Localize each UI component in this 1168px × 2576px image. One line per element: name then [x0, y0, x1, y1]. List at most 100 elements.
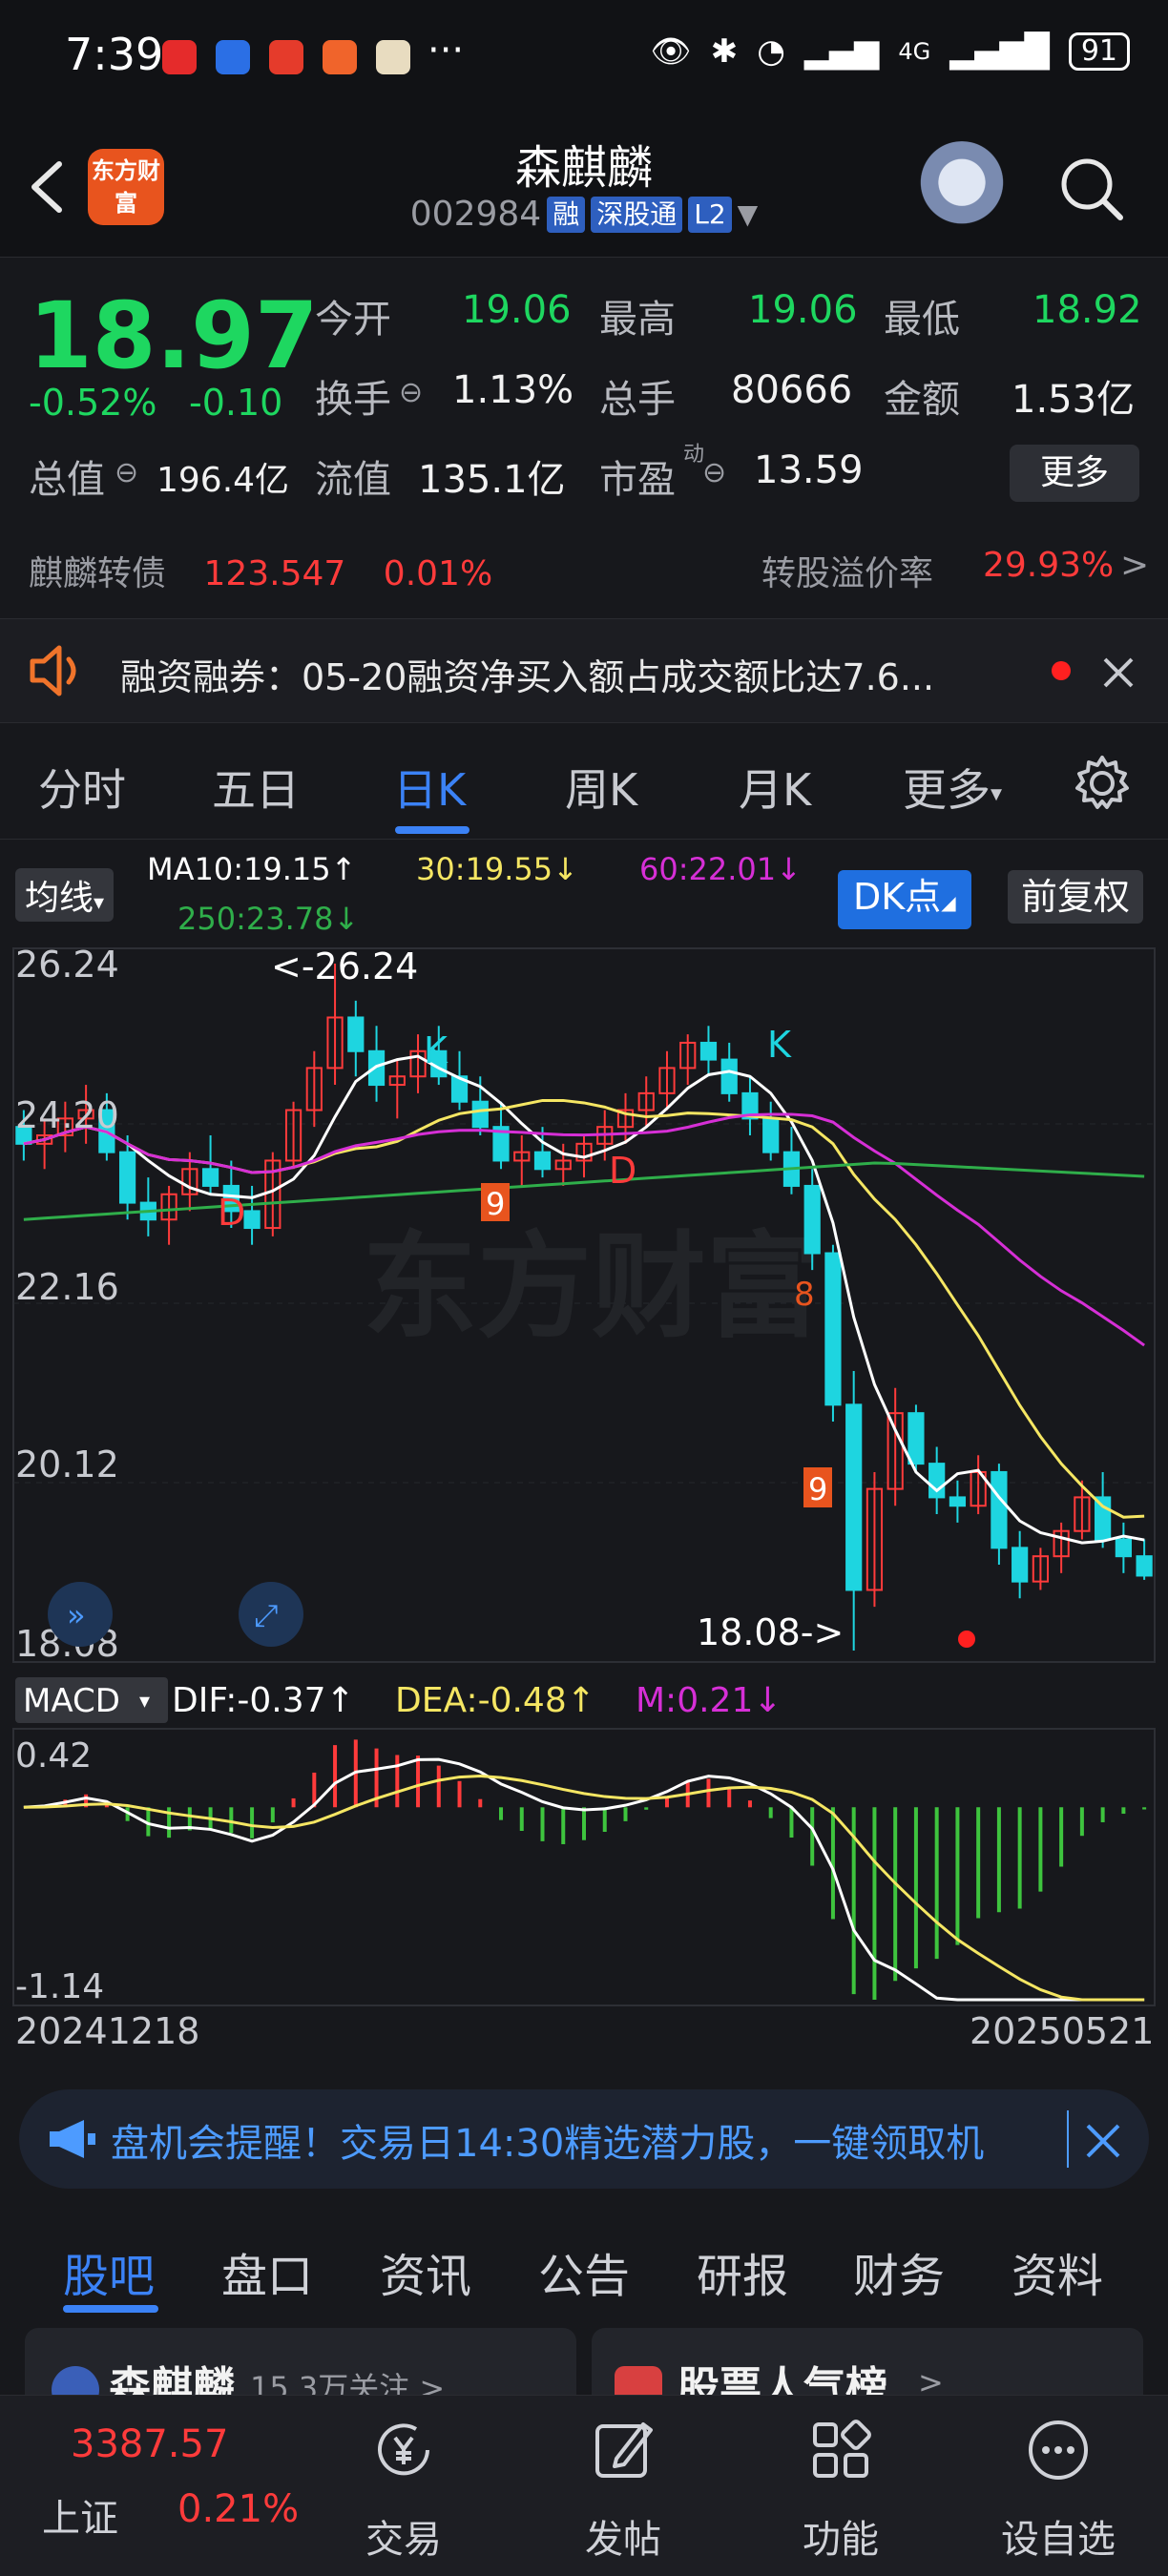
status-bar: 7:39 ··· 👁 ✱ ◔ ▂▄▆ 4G ▂▄▆█ 91	[0, 0, 1168, 114]
ma250-value: 250:23.78↓	[177, 901, 360, 937]
x-end-date: 20250521	[970, 2010, 1154, 2052]
absolute-change: -0.10	[189, 382, 283, 424]
candle-body	[699, 1041, 718, 1061]
kline-chart[interactable]: 东方财富 26.24 24.20 22.16 20.12 18.08 <-26.…	[0, 944, 1168, 2061]
candle-body	[1095, 1496, 1112, 1541]
indicator-selector[interactable]: 均线▾	[15, 868, 115, 922]
ma30-value: 30:19.55↓	[416, 851, 578, 887]
level2-tag: L2	[688, 196, 732, 233]
index-name[interactable]: 上证	[42, 2487, 118, 2543]
tab-announcements[interactable]: 公告	[538, 2238, 630, 2305]
macd-frame	[12, 1728, 1156, 2006]
td-count-8: 8	[794, 1276, 815, 1314]
watermark: 东方财富	[363, 1221, 821, 1354]
settings-gear-icon[interactable]	[1071, 752, 1134, 815]
stock-header: 东方财富 森麒麟 002984 融 深股通 L2 ▼	[0, 114, 1168, 258]
promo-banner[interactable]: 盘机会提醒！交易日14:30精选潜力股，一键领取机	[19, 2089, 1149, 2189]
macd-dea: DEA:-0.48↑	[395, 1681, 595, 1720]
convertible-pct: 0.01%	[383, 554, 493, 593]
close-icon[interactable]	[1101, 655, 1136, 690]
nav-functions[interactable]: 功能	[769, 2415, 912, 2564]
nav-trade[interactable]: 交易	[332, 2415, 475, 2564]
more-notifications-icon: ···	[428, 29, 465, 73]
tab-monthly-k[interactable]: 月K	[739, 756, 811, 819]
kline-chart-area[interactable]: 东方财富 26.24 24.20 22.16 20.12 18.08 <-26.…	[0, 944, 1168, 2061]
tab-daily-k[interactable]: 日K	[393, 756, 466, 819]
macd-y-max: 0.42	[15, 1736, 92, 1776]
assistant-robot-icon[interactable]	[916, 141, 1008, 233]
dk-point-button[interactable]: DK点◢	[838, 870, 971, 929]
speaker-icon	[30, 645, 76, 696]
tab-profile[interactable]: 资料	[1012, 2238, 1103, 2305]
nav-label: 发帖	[585, 2518, 661, 2562]
y-tick-label: 20.12	[15, 1444, 119, 1485]
tab-intraday[interactable]: 分时	[38, 756, 126, 819]
x-start-date: 20241218	[15, 2010, 199, 2052]
candle-body	[1012, 1547, 1029, 1583]
chevron-down-icon[interactable]: ▾	[139, 1690, 150, 1714]
index-pct[interactable]: 0.21%	[177, 2487, 299, 2531]
stock-forum-card[interactable]: 森麒麟 15.3万关注 >	[25, 2328, 576, 2404]
macd-selector-label[interactable]: MACD	[23, 1682, 120, 1720]
battery-icon: 91	[1068, 32, 1130, 71]
close-icon[interactable]	[1084, 2122, 1122, 2160]
index-value[interactable]: 3387.57	[71, 2422, 228, 2466]
network-type: 4G	[898, 38, 931, 65]
double-chevron-icon[interactable]: »	[67, 1597, 86, 1633]
trade-yen-icon	[378, 2423, 429, 2476]
megaphone-icon	[50, 2120, 95, 2158]
amount-label: 金额	[884, 378, 960, 422]
signal-icon: ▂▄▆█	[949, 32, 1050, 71]
fullscreen-icon[interactable]: ⤢	[254, 1597, 279, 1633]
info-icon[interactable]: ⊖	[115, 456, 138, 489]
tab-research[interactable]: 研报	[697, 2238, 788, 2305]
bluetooth-icon: ✱	[710, 32, 739, 71]
tab-order-book[interactable]: 盘口	[221, 2238, 313, 2305]
nav-label: 交易	[365, 2518, 442, 2562]
stock-code: 002984	[409, 195, 542, 234]
candle-body	[845, 1403, 863, 1591]
app-notification-icon	[376, 40, 410, 74]
tab-financials[interactable]: 财务	[853, 2238, 945, 2305]
macd-histogram	[42, 1739, 1147, 2000]
candle-body	[471, 1100, 489, 1129]
chevron-down-icon[interactable]: ▼	[738, 198, 759, 230]
td-count-9: 9	[808, 1471, 827, 1507]
info-icon[interactable]: ⊖	[399, 376, 423, 409]
macd-dif: DIF:-0.37↑	[172, 1681, 355, 1720]
float-value: 135.1亿	[418, 458, 566, 502]
tab-forum[interactable]: 股吧	[63, 2238, 155, 2305]
more-circle-icon	[1029, 2420, 1088, 2480]
nav-add-watchlist[interactable]: 设自选	[987, 2415, 1130, 2564]
popularity-card[interactable]: 股票人气榜 >	[592, 2328, 1143, 2404]
convertible-bond-row[interactable]: 麒麟转债 123.547 0.01% 转股溢价率 29.93% >	[29, 546, 1149, 595]
nav-label: 功能	[803, 2518, 879, 2562]
tab-news[interactable]: 资讯	[380, 2238, 471, 2305]
wifi-icon: ◔	[757, 32, 785, 71]
open-value: 19.06	[462, 288, 572, 332]
app-notification-icon	[162, 40, 197, 74]
candle-body	[907, 1412, 925, 1465]
app-notification-icon	[323, 40, 357, 74]
high-annotation: <-26.24	[271, 945, 418, 987]
nav-post[interactable]: 发帖	[552, 2415, 695, 2564]
toutiao-icon	[269, 40, 303, 74]
y-tick-label: 26.24	[15, 945, 119, 986]
tab-more[interactable]: 更多▾	[903, 756, 1002, 819]
info-icon[interactable]: ⊖	[702, 456, 726, 489]
price-adjust-button[interactable]: 前复权	[1008, 870, 1144, 924]
float-value-label: 流值	[315, 458, 391, 502]
content-tabs: 股吧 盘口 资讯 公告 研报 财务 资料	[0, 2210, 1168, 2318]
search-icon[interactable]	[1057, 155, 1126, 223]
tab-weekly-k[interactable]: 周K	[565, 756, 637, 819]
notice-bar[interactable]: 融资融券：05-20融资净买入额占成交额比达7.6...	[0, 618, 1168, 723]
volume-label: 总手	[599, 378, 676, 422]
tab-five-day[interactable]: 五日	[212, 756, 300, 819]
tab-underline	[63, 2305, 158, 2313]
premium-label: 转股溢价率	[761, 554, 934, 593]
turnover-label: 换手	[315, 378, 391, 422]
candle-body	[762, 1117, 780, 1153]
candle-body	[1136, 1555, 1153, 1577]
d-marker: D	[218, 1192, 245, 1234]
more-quote-button[interactable]: 更多	[1010, 445, 1139, 502]
